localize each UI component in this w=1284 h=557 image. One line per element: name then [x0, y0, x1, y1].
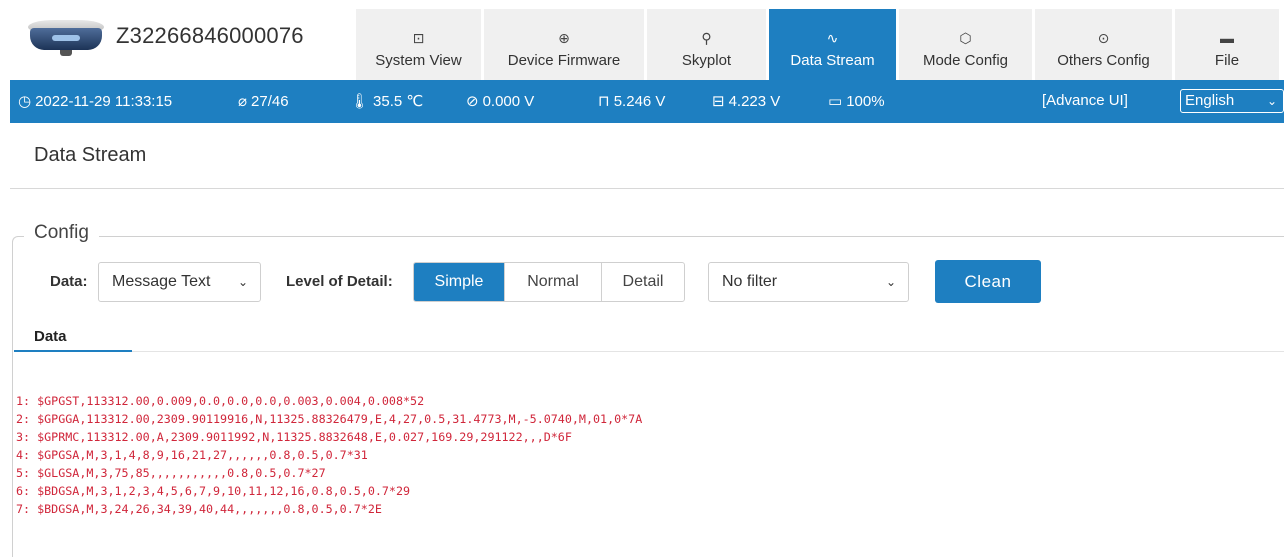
- battery-status: ▭ 100%: [828, 92, 885, 110]
- external-voltage-value: 0.000 V: [482, 93, 535, 110]
- tab-label: Others Config: [1057, 52, 1150, 69]
- tab-data[interactable]: Data: [34, 328, 67, 345]
- main-tabs: ⊡ System View ⊕ Device Firmware ⚲ Skyplo…: [356, 9, 1279, 80]
- wave-icon: ∿: [826, 30, 839, 46]
- usb-voltage-value: 5.246 V: [613, 93, 666, 110]
- detail-level-label: Level of Detail:: [286, 273, 393, 290]
- satellite-icon: ⚲: [701, 30, 712, 46]
- detail-level-segmented: Simple Normal Detail: [413, 262, 685, 302]
- tab-skyplot[interactable]: ⚲ Skyplot: [647, 9, 766, 80]
- datetime-status: ◷ 2022-11-29 11:33:15: [18, 92, 172, 110]
- thermometer-icon: 🌡︎: [350, 93, 370, 110]
- cube-icon: ⬡: [959, 30, 972, 46]
- stream-line: 5: $GLGSA,M,3,75,85,,,,,,,,,,,0.8,0.5,0.…: [16, 466, 326, 480]
- gnss-receiver-icon: [24, 14, 106, 58]
- data-stream-output: 1: $GPGST,113312.00,0.009,0.0,0.0,0.0,0.…: [16, 392, 642, 518]
- data-label: Data:: [50, 273, 88, 290]
- satellites-status: ⌀ 27/46: [238, 92, 289, 110]
- divider: [10, 188, 1284, 189]
- filter-value: No filter: [722, 273, 778, 290]
- advance-ui-link[interactable]: [Advance UI]: [1042, 92, 1128, 109]
- tab-label: Skyplot: [681, 52, 732, 69]
- tab-label: Device Firmware: [507, 52, 621, 69]
- status-bar: ◷ 2022-11-29 11:33:15 ⌀ 27/46 🌡︎ 35.5 ℃ ⊘ 0.…: [10, 80, 1284, 123]
- tab-device-firmware[interactable]: ⊕ Device Firmware: [484, 9, 644, 80]
- data-type-select[interactable]: Message Text ⌄: [98, 262, 261, 302]
- power-icon: ⊘: [466, 93, 479, 110]
- detail-normal-button[interactable]: Normal: [504, 263, 601, 301]
- divider: [132, 351, 1284, 352]
- app-header: Z32266846000076 ⊡ System View ⊕ Device F…: [0, 0, 1284, 80]
- tab-label: Data Stream: [790, 52, 875, 69]
- language-select[interactable]: English ⌄: [1180, 89, 1284, 113]
- battery-voltage-status: ⊟ 4.223 V: [712, 92, 780, 110]
- tab-others-config[interactable]: ⊙ Others Config: [1035, 9, 1172, 80]
- config-legend: Config: [24, 222, 99, 244]
- tab-label: File: [1214, 52, 1240, 69]
- clean-button[interactable]: Clean: [935, 260, 1041, 303]
- tab-file[interactable]: ▬ File: [1175, 9, 1279, 80]
- battery-voltage-value: 4.223 V: [728, 93, 781, 110]
- temperature-status: 🌡︎ 35.5 ℃: [350, 92, 423, 110]
- stream-line: 4: $GPGSA,M,3,1,4,8,9,16,21,27,,,,,,0.8,…: [16, 448, 368, 462]
- usb-voltage-status: ⊓ 5.246 V: [598, 92, 665, 110]
- stream-line: 3: $GPRMC,113312.00,A,2309.9011992,N,113…: [16, 430, 572, 444]
- datetime-value: 2022-11-29 11:33:15: [35, 93, 173, 110]
- satellite-icon: ⌀: [238, 93, 248, 110]
- chevron-down-icon: ⌄: [237, 275, 248, 289]
- stream-line: 7: $BDGSA,M,3,24,26,34,39,40,44,,,,,,,0.…: [16, 502, 382, 516]
- chevron-down-icon: ⌄: [885, 275, 896, 289]
- satellites-value: 27/46: [251, 93, 289, 110]
- external-voltage-status: ⊘ 0.000 V: [466, 92, 534, 110]
- active-tab-indicator: [14, 350, 132, 352]
- detail-simple-button[interactable]: Simple: [414, 263, 504, 301]
- tab-label: Mode Config: [922, 52, 1009, 69]
- folder-icon: ▬: [1220, 30, 1234, 46]
- battery-voltage-icon: ⊟: [712, 93, 725, 110]
- ellipsis-circle-icon: ⊙: [1097, 30, 1110, 46]
- detail-detail-button[interactable]: Detail: [601, 263, 684, 301]
- filter-select[interactable]: No filter ⌄: [708, 262, 909, 302]
- clock-icon: ◷: [18, 93, 32, 110]
- battery-value: 100%: [846, 93, 885, 110]
- temperature-value: 35.5 ℃: [373, 93, 424, 110]
- device-id: Z32266846000076: [116, 23, 304, 48]
- stream-line: 6: $BDGSA,M,3,1,2,3,4,5,6,7,9,10,11,12,1…: [16, 484, 411, 498]
- tab-label: System View: [375, 52, 462, 69]
- chevron-down-icon: ⌄: [1266, 94, 1277, 108]
- stream-line: 2: $GPGGA,113312.00,2309.90119916,N,1132…: [16, 412, 643, 426]
- page-title: Data Stream: [34, 144, 147, 166]
- tab-data-stream[interactable]: ∿ Data Stream: [769, 9, 896, 80]
- plug-icon: ⊓: [598, 93, 610, 110]
- monitor-icon: ⊡: [412, 30, 425, 46]
- battery-charging-icon: ▭: [828, 93, 843, 110]
- tab-mode-config[interactable]: ⬡ Mode Config: [899, 9, 1032, 80]
- tab-system-view[interactable]: ⊡ System View: [356, 9, 481, 80]
- stream-line: 1: $GPGST,113312.00,0.009,0.0,0.0,0.0,0.…: [16, 394, 425, 408]
- device-info: Z32266846000076: [24, 14, 304, 58]
- language-value: English: [1185, 92, 1235, 109]
- data-type-value: Message Text: [112, 273, 211, 290]
- firmware-icon: ⊕: [558, 30, 570, 46]
